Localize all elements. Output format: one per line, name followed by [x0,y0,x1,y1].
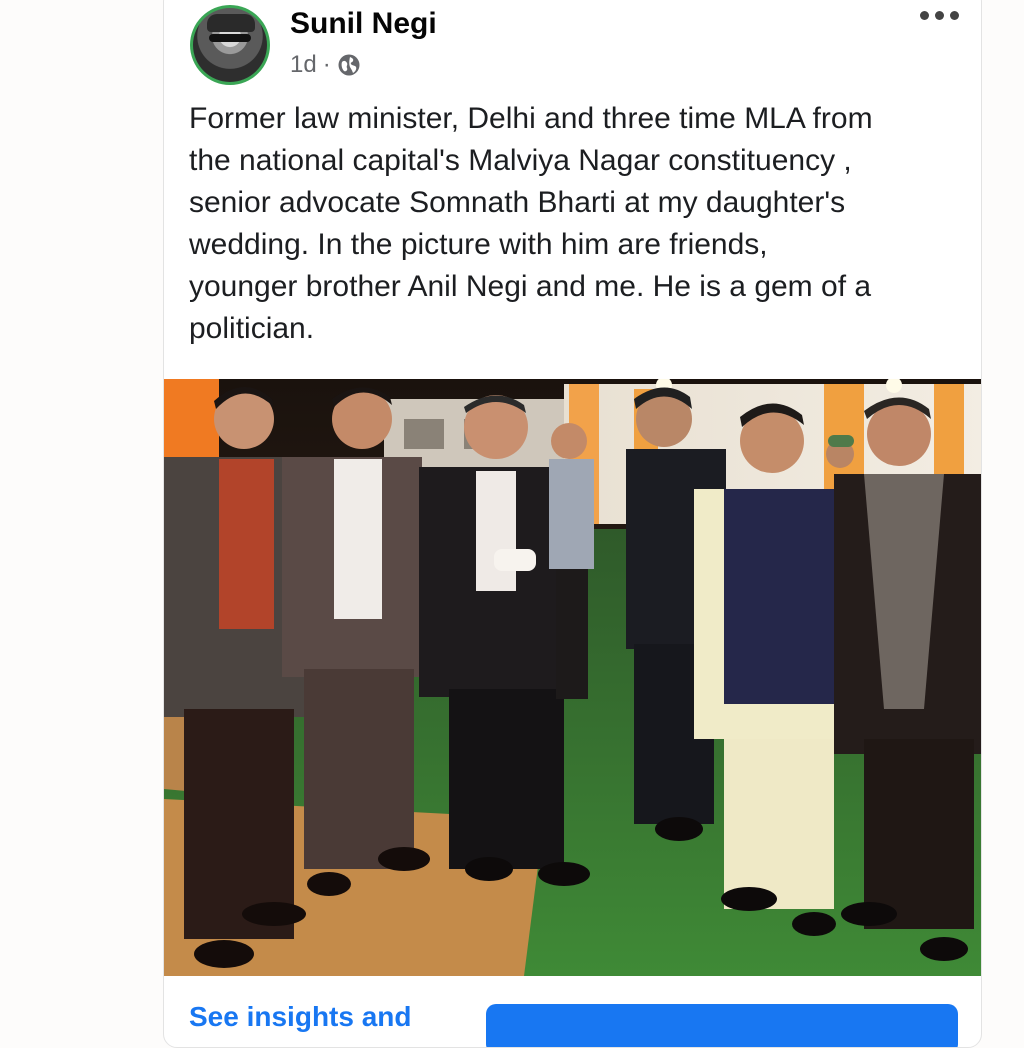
globe-icon [338,54,360,76]
post-text: Former law minister, Delhi and three tim… [189,102,873,345]
wedding-group-photo [164,379,981,976]
profile-photo [193,8,267,82]
meta-separator: · [322,51,331,78]
post-author-name[interactable]: Sunil Negi [290,7,437,41]
more-options-icon[interactable] [920,11,959,20]
boost-post-button[interactable] [486,1004,958,1047]
post-card: Sunil Negi 1d · Former law minister, Del… [163,0,982,1048]
avatar[interactable] [190,5,270,85]
post-meta: 1d · [290,51,361,79]
see-insights-link[interactable]: See insights and [189,1001,412,1033]
post-timestamp[interactable]: 1d [290,51,317,79]
post-photo[interactable] [164,379,981,976]
